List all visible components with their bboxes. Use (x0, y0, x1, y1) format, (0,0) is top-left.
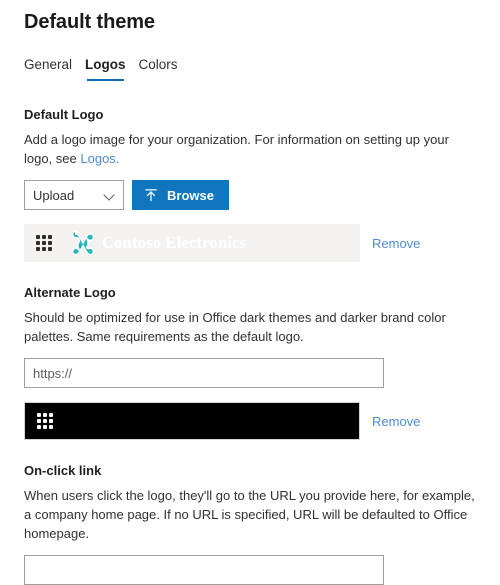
waffle-grid-icon (36, 235, 52, 251)
logo-source-select[interactable]: Upload (24, 180, 124, 210)
onclick-link-description: When users click the logo, they'll go to… (24, 488, 475, 541)
tab-colors-label: Colors (138, 57, 178, 72)
alternate-logo-section: Alternate Logo Should be optimized for u… (24, 284, 476, 440)
default-theme-logos-panel: Default theme General Logos Colors Defau… (0, 0, 500, 585)
default-logo-upload-row: Upload Browse (24, 180, 476, 210)
contoso-x-logo-icon (71, 230, 95, 256)
onclick-link-heading: On-click link (24, 463, 102, 478)
default-logo-preview: Contoso Electronics (24, 224, 360, 262)
logo-source-select-value: Upload (33, 187, 75, 203)
remove-default-logo-link[interactable]: Remove (372, 236, 420, 251)
tab-general[interactable]: General (24, 56, 72, 81)
alternate-logo-url-input[interactable] (24, 358, 384, 388)
alternate-logo-preview (24, 402, 360, 440)
tab-logos-label: Logos (85, 57, 126, 72)
default-logo-wordmark: Contoso Electronics (102, 233, 247, 252)
tab-colors[interactable]: Colors (139, 56, 178, 81)
alternate-logo-heading: Alternate Logo (24, 285, 116, 300)
tab-bar: General Logos Colors (24, 56, 476, 82)
onclick-link-section: On-click link When users click the logo,… (24, 462, 476, 585)
alternate-logo-preview-row: Remove (24, 402, 476, 440)
browse-button[interactable]: Browse (132, 180, 229, 210)
default-logo-heading: Default Logo (24, 107, 104, 122)
tab-logos[interactable]: Logos (85, 56, 126, 81)
remove-alternate-logo-link[interactable]: Remove (372, 414, 420, 429)
waffle-grid-icon (37, 413, 53, 429)
default-logo-description: Add a logo image for your organization. … (24, 130, 476, 168)
default-logo-section: Default Logo Add a logo image for your o… (24, 106, 476, 262)
chevron-down-icon (104, 190, 115, 201)
alternate-logo-description: Should be optimized for use in Office da… (24, 310, 446, 344)
logos-help-link[interactable]: Logos. (80, 151, 119, 166)
page-title: Default theme (24, 11, 155, 33)
browse-button-label: Browse (167, 187, 214, 203)
upload-icon (145, 189, 157, 202)
tab-general-label: General (24, 57, 73, 72)
onclick-link-url-input[interactable] (24, 555, 384, 585)
default-logo-preview-row: Contoso Electronics Remove (24, 224, 476, 262)
